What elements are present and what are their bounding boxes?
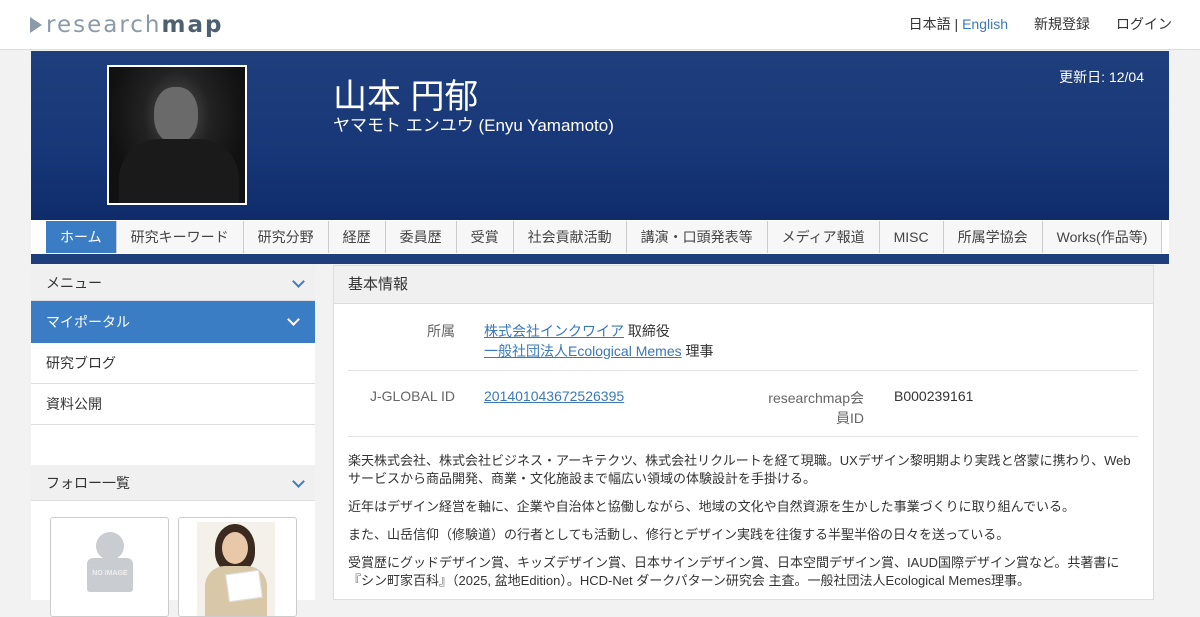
follow-card[interactable]: [178, 517, 297, 617]
tab-item[interactable]: Works(作品等): [1042, 221, 1163, 253]
tab-item[interactable]: メディア報道: [767, 221, 880, 253]
jglobal-id-label: J-GLOBAL ID: [369, 388, 455, 404]
researchmap-logo[interactable]: researchmap: [30, 12, 223, 38]
sidebar-item-label: マイポータル: [46, 314, 130, 330]
affiliation-2: 一般社団法人Ecological Memes 理事: [484, 341, 714, 361]
no-image-label: NO IMAGE: [92, 570, 128, 577]
login-link[interactable]: ログイン: [1116, 14, 1172, 34]
lang-japanese-link[interactable]: 日本語: [909, 16, 951, 32]
lang-separator: |: [954, 16, 959, 32]
top-header: researchmap 日本語 | English 新規登録 ログイン: [0, 0, 1200, 50]
affiliation-1: 株式会社インクワイア 取締役: [484, 321, 670, 341]
sidebar-item-myportal[interactable]: マイポータル: [31, 301, 315, 343]
divider: [348, 436, 1138, 437]
logo-triangle-icon: [30, 17, 42, 33]
sidebar-item-materials[interactable]: 資料公開: [31, 384, 315, 425]
updated-date: 更新日: 12/04: [1059, 69, 1144, 85]
profile-photo: [107, 65, 247, 205]
researcher-kana-name: ヤマモト エンユウ (Enyu Yamamoto): [333, 116, 614, 135]
logo-text-map: map: [161, 12, 224, 38]
sidebar-follow-title: フォロー一覧: [46, 475, 130, 491]
tab-item[interactable]: 所属学協会: [943, 221, 1043, 253]
tab-item[interactable]: 経歴: [328, 221, 386, 253]
profile-banner: 山本 円郁 ヤマモト エンユウ (Enyu Yamamoto) 更新日: 12/…: [31, 51, 1169, 220]
bio-paragraph: 近年はデザイン経営を軸に、企業や自治体と協働しながら、地域の文化や自然資源を生か…: [348, 499, 1075, 514]
researchmap-id-value: B000239161: [894, 388, 974, 404]
logo-text-research: research: [46, 12, 162, 38]
affiliation-label: 所属: [427, 323, 455, 339]
profile-tabs: ホーム 研究キーワード 研究分野 経歴 委員歴 受賞 社会貢献活動 講演・口頭発表等 メディア報…: [31, 220, 1169, 264]
affiliation-link-inquire[interactable]: 株式会社インクワイア: [484, 323, 624, 339]
follow-card[interactable]: NO IMAGE: [50, 517, 169, 617]
tab-item[interactable]: ホーム: [46, 221, 117, 253]
basic-info-panel: 基本情報 所属 株式会社インクワイア 取締役 一般社団法人Ecological …: [333, 265, 1154, 600]
chevron-down-icon: [292, 475, 305, 488]
bio-paragraph: 楽天株式会社、株式会社ビジネス・アーキテクツ、株式会社リクルートを経て現職。UX…: [348, 453, 1131, 486]
affiliation-role: 理事: [681, 343, 714, 359]
tab-item[interactable]: 講演・口頭発表等: [626, 221, 768, 253]
divider: [348, 370, 1138, 371]
affiliation-link-ecological-memes[interactable]: 一般社団法人Ecological Memes: [484, 343, 682, 359]
lang-english-link[interactable]: English: [962, 16, 1008, 32]
tab-item[interactable]: MISC: [879, 221, 944, 253]
register-link[interactable]: 新規登録: [1034, 14, 1090, 34]
chevron-down-icon: [287, 313, 300, 326]
jglobal-id-link[interactable]: 201401043672526395: [484, 388, 624, 404]
section-title: 基本情報: [334, 266, 1153, 304]
follow-avatar: [197, 522, 275, 616]
tab-item[interactable]: 研究キーワード: [116, 221, 244, 253]
tab-item[interactable]: 委員歴: [385, 221, 457, 253]
sidebar-follow-header[interactable]: フォロー一覧: [31, 465, 315, 501]
researchmap-id-label: researchmap会 員ID: [768, 390, 864, 426]
no-image-avatar-icon: NO IMAGE: [87, 532, 133, 592]
chevron-down-icon: [292, 275, 305, 288]
affiliation-role: 取締役: [624, 323, 670, 339]
tab-item[interactable]: 受賞: [456, 221, 514, 253]
top-links: 日本語 | English 新規登録 ログイン: [909, 14, 1172, 34]
tab-item[interactable]: 研究分野: [243, 221, 329, 253]
sidebar-item-research-blog[interactable]: 研究ブログ: [31, 343, 315, 384]
sidebar-menu-title: メニュー: [46, 275, 102, 291]
tab-item[interactable]: 社会貢献活動: [513, 221, 627, 253]
sidebar: メニュー マイポータル 研究ブログ 資料公開 フォロー一覧 NO IMAGE: [31, 265, 315, 617]
sidebar-menu-header[interactable]: メニュー: [31, 265, 315, 301]
bio-paragraph: また、山岳信仰（修験道）の行者としても活動し、修行とデザイン実践を往復する半聖半…: [348, 527, 1010, 542]
bio-paragraph: 受賞歴にグッドデザイン賞、キッズデザイン賞、日本サインデザイン賞、日本空間デザイ…: [348, 555, 1120, 588]
